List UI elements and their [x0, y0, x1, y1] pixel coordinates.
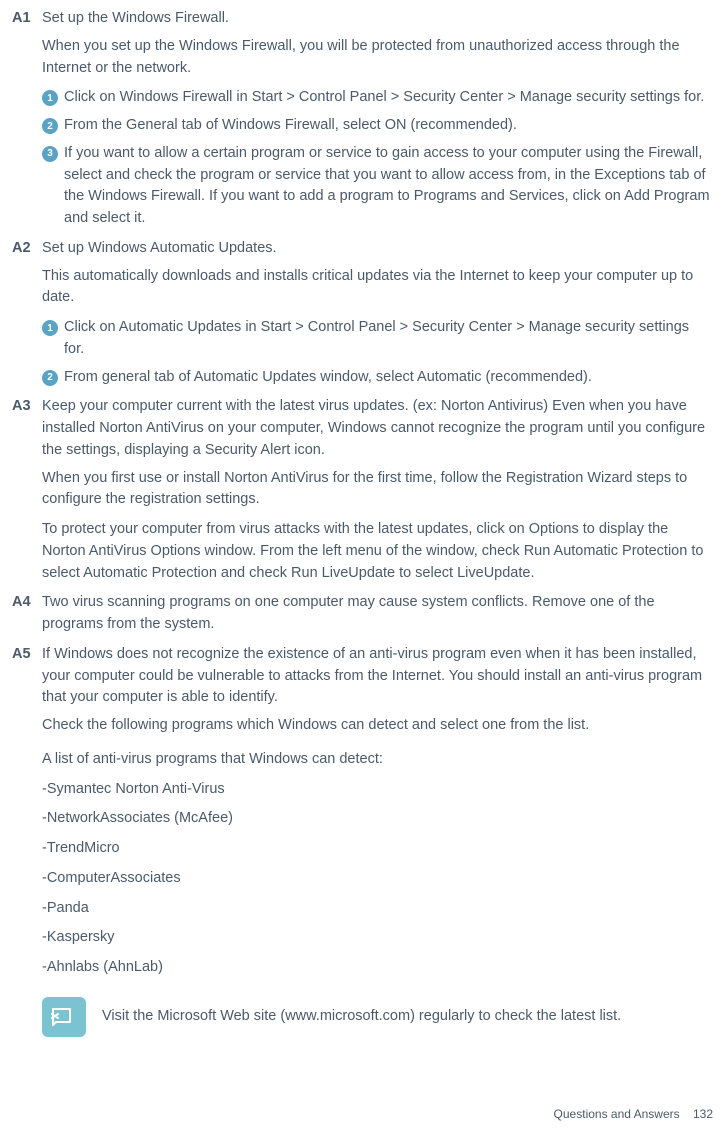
answer-head: A4Two virus scanning programs on one com… — [12, 592, 713, 636]
antivirus-list-item: -Symantec Norton Anti-Virus — [42, 779, 713, 801]
answer-label: A3 — [12, 396, 42, 418]
answer-block: A3Keep your computer current with the la… — [12, 396, 713, 584]
answer-label: A4 — [12, 592, 42, 614]
step-item: 3 If you want to allow a certain program … — [42, 143, 713, 230]
answer-paragraph: When you first use or install Norton Ant… — [42, 468, 713, 512]
step-item: 2 From the General tab of Windows Firewal… — [42, 115, 713, 137]
footer-page-number: 132 — [693, 1107, 713, 1121]
answer-block: A4Two virus scanning programs on one com… — [12, 592, 713, 636]
antivirus-list-item: -Panda — [42, 898, 713, 920]
step-item: 1 Click on Automatic Updates in Start > C… — [42, 317, 713, 361]
step-text: Click on Windows Firewall in Start > Con… — [64, 87, 713, 109]
answer-title: Set up the Windows Firewall. — [42, 8, 713, 30]
step-text: From the General tab of Windows Firewall… — [64, 115, 713, 137]
answer-label: A1 — [12, 8, 42, 30]
answer-head: A3Keep your computer current with the la… — [12, 396, 713, 461]
answer-head: A1Set up the Windows Firewall. — [12, 8, 713, 30]
step-item: 1 Click on Windows Firewall in Start > Co… — [42, 87, 713, 109]
answer-label: A2 — [12, 238, 42, 260]
page-footer: Questions and Answers 132 — [554, 1105, 713, 1123]
note-row: Visit the Microsoft Web site (www.micros… — [42, 997, 713, 1037]
answer-block: A2Set up Windows Automatic Updates. This … — [12, 238, 713, 389]
step-text: From general tab of Automatic Updates wi… — [64, 367, 713, 389]
step-number-icon: 2 — [42, 118, 58, 134]
note-icon — [42, 997, 86, 1037]
answer-head: A5If Windows does not recognize the exis… — [12, 644, 713, 709]
answer-block: A1Set up the Windows Firewall. When you s… — [12, 8, 713, 230]
answer-block: A5If Windows does not recognize the exis… — [12, 644, 713, 737]
av-list-intro: A list of anti-virus programs that Windo… — [42, 749, 713, 771]
antivirus-list-item: -TrendMicro — [42, 838, 713, 860]
answer-title: If Windows does not recognize the existe… — [42, 644, 713, 709]
answer-title: Set up Windows Automatic Updates. — [42, 238, 713, 260]
answer-label: A5 — [12, 644, 42, 666]
answer-paragraph: Check the following programs which Windo… — [42, 715, 713, 737]
antivirus-list-item: -Kaspersky — [42, 927, 713, 949]
antivirus-list-item: -NetworkAssociates (McAfee) — [42, 808, 713, 830]
step-number-icon: 2 — [42, 370, 58, 386]
antivirus-list-item: -Ahnlabs (AhnLab) — [42, 957, 713, 979]
answer-paragraph: This automatically downloads and install… — [42, 266, 713, 310]
answer-paragraph: To protect your computer from virus atta… — [42, 519, 713, 584]
footer-section: Questions and Answers — [554, 1107, 680, 1121]
step-text: If you want to allow a certain program o… — [64, 143, 713, 230]
step-item: 2 From general tab of Automatic Updates w… — [42, 367, 713, 389]
step-number-icon: 1 — [42, 90, 58, 106]
answer-title: Keep your computer current with the late… — [42, 396, 713, 461]
antivirus-list-item: -ComputerAssociates — [42, 868, 713, 890]
step-text: Click on Automatic Updates in Start > Co… — [64, 317, 713, 361]
note-text: Visit the Microsoft Web site (www.micros… — [102, 1006, 713, 1028]
step-number-icon: 3 — [42, 146, 58, 162]
answer-paragraph: When you set up the Windows Firewall, yo… — [42, 36, 713, 80]
answer-head: A2Set up Windows Automatic Updates. — [12, 238, 713, 260]
step-number-icon: 1 — [42, 320, 58, 336]
answer-title: Two virus scanning programs on one compu… — [42, 592, 713, 636]
